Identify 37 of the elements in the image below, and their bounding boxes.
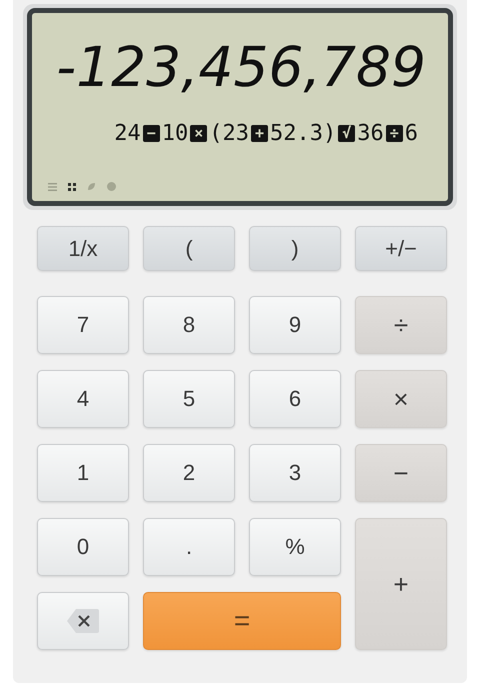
digit-key[interactable]: 8 bbox=[143, 296, 235, 354]
digit-key[interactable]: 5 bbox=[143, 370, 235, 428]
grid-icon[interactable] bbox=[68, 182, 76, 190]
digit-key[interactable]: 6 bbox=[249, 370, 341, 428]
operator-key[interactable]: ÷ bbox=[355, 296, 447, 354]
expression-number: 10 bbox=[162, 121, 188, 146]
expression-operator: + bbox=[251, 125, 268, 142]
expression-number: 52.3) bbox=[270, 121, 336, 146]
operator-key[interactable]: × bbox=[355, 370, 447, 428]
operator-key[interactable]: + bbox=[355, 518, 447, 650]
backspace-key[interactable] bbox=[37, 592, 129, 650]
digit-key[interactable]: 0 bbox=[37, 518, 129, 576]
digit-key[interactable]: 9 bbox=[249, 296, 341, 354]
digit-key[interactable]: 7 bbox=[37, 296, 129, 354]
equals-key[interactable]: = bbox=[143, 592, 341, 650]
digit-key[interactable]: % bbox=[249, 518, 341, 576]
expression-operator: √ bbox=[338, 125, 356, 142]
backspace-icon bbox=[66, 608, 100, 634]
expression-operator: × bbox=[190, 125, 208, 142]
expression-number: (23 bbox=[209, 121, 250, 146]
digit-key[interactable]: . bbox=[143, 518, 235, 576]
digit-key[interactable]: 1 bbox=[37, 444, 129, 502]
menu-icon[interactable] bbox=[48, 182, 57, 190]
expression-number: 6 bbox=[404, 121, 418, 146]
function-key[interactable]: ( bbox=[143, 226, 235, 271]
expression-operator: ÷ bbox=[386, 125, 403, 142]
function-key[interactable]: 1/x bbox=[37, 226, 129, 271]
digit-key[interactable]: 4 bbox=[37, 370, 129, 428]
expression-number: 36 bbox=[357, 121, 384, 146]
expression-number: 24 bbox=[114, 121, 141, 146]
digit-key[interactable]: 2 bbox=[143, 444, 235, 502]
result-value: -123,456,789 bbox=[56, 34, 427, 101]
function-key[interactable]: +/− bbox=[355, 226, 447, 271]
function-key[interactable]: ) bbox=[249, 226, 341, 271]
expression-operator: − bbox=[142, 125, 160, 142]
digit-key[interactable]: 3 bbox=[249, 444, 341, 502]
operator-key[interactable]: − bbox=[355, 444, 447, 502]
